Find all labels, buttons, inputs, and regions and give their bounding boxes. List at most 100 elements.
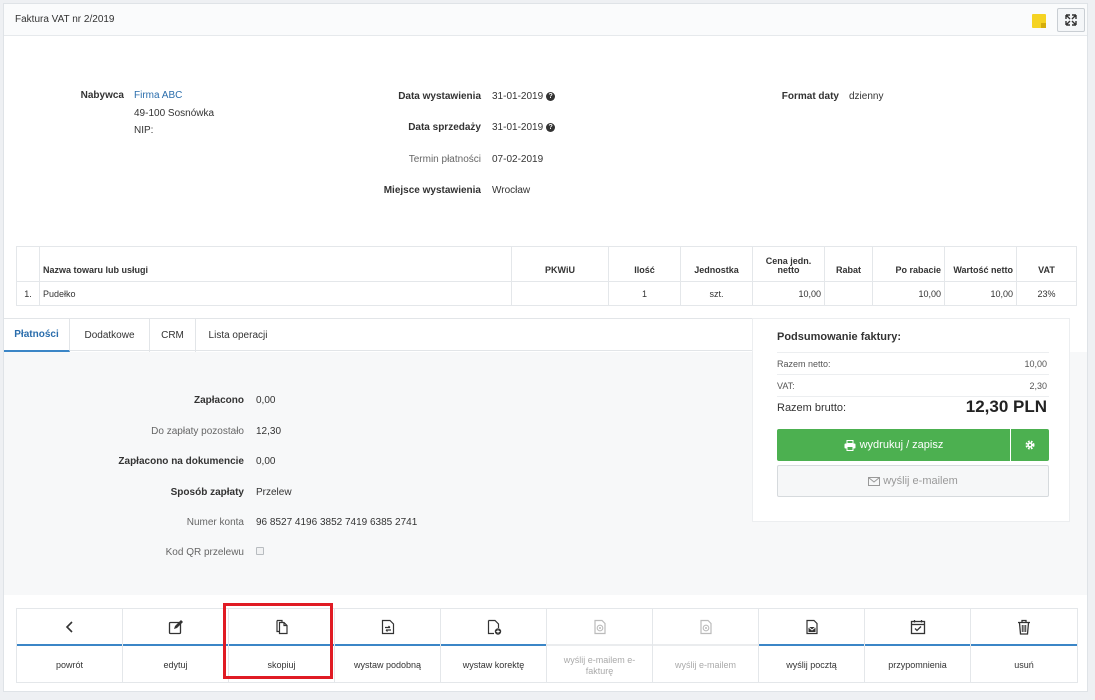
net-total-label: Razem netto: bbox=[777, 359, 831, 369]
payment-method-label: Sposób zapłaty bbox=[170, 487, 244, 498]
buyer-address: 49-100 Sosnówka bbox=[134, 108, 215, 119]
vat-total-label: VAT: bbox=[777, 381, 795, 391]
gross-total-value: 12,30 PLN bbox=[965, 397, 1047, 416]
date-format-label: Format daty bbox=[781, 91, 839, 102]
reminders-button[interactable]: przypomnienia bbox=[865, 609, 971, 682]
issue-correction-label: wystaw korektę bbox=[462, 660, 525, 670]
table-header-row: Nazwa towaru lub usługi PKWiU Ilość Jedn… bbox=[16, 246, 1077, 282]
table-cell: szt. bbox=[680, 281, 753, 306]
expand-icon bbox=[1065, 14, 1077, 26]
paid-on-document-value: 0,00 bbox=[256, 456, 276, 467]
qr-code-label: Kod QR przelewu bbox=[165, 547, 244, 558]
buyer-nip: NIP: bbox=[134, 125, 154, 136]
table-cell: 10,00 bbox=[944, 281, 1017, 306]
print-save-button[interactable]: wydrukuj / zapisz bbox=[777, 429, 1010, 461]
items-table: Nazwa towaru lub usługi PKWiU Ilość Jedn… bbox=[16, 246, 1077, 306]
tab-crm[interactable]: CRM bbox=[150, 319, 196, 352]
table-header: Nazwa towaru lub usługi bbox=[39, 246, 512, 282]
send-email-label: wyślij e-mailem bbox=[883, 475, 958, 487]
tab-additional[interactable]: Dodatkowe bbox=[70, 319, 150, 352]
delete-button[interactable]: usuń bbox=[971, 609, 1077, 682]
invoice-summary: Podsumowanie faktury: Razem netto: 10,00… bbox=[752, 318, 1070, 522]
account-number-value: 96 8527 4196 3852 7419 6385 2741 bbox=[256, 517, 418, 528]
calendar-check-icon bbox=[910, 619, 925, 634]
invoice-panel: Faktura VAT nr 2/2019 Nabywca Firma ABC … bbox=[3, 3, 1088, 692]
table-header: Ilość bbox=[608, 246, 681, 282]
send-email-action-button[interactable]: wyślij e-mailem bbox=[653, 609, 759, 682]
tab-operations-list[interactable]: Lista operacji bbox=[196, 319, 280, 352]
issue-date-value: 31-01-2019? bbox=[492, 91, 556, 102]
table-cell: 1 bbox=[608, 281, 681, 306]
table-cell: 10,00 bbox=[872, 281, 945, 306]
table-header: VAT bbox=[1016, 246, 1077, 282]
similar-document-icon bbox=[381, 619, 394, 634]
print-settings-button[interactable] bbox=[1011, 429, 1049, 461]
tab-payments[interactable]: Płatności bbox=[4, 319, 70, 352]
buyer-label: Nabywca bbox=[80, 90, 124, 101]
place-value: Wrocław bbox=[492, 185, 531, 196]
send-email-button[interactable]: wyślij e-mailem bbox=[777, 465, 1049, 497]
table-header: Rabat bbox=[824, 246, 873, 282]
table-header: Cena jedn. netto bbox=[752, 246, 825, 282]
paid-label: Zapłacono bbox=[193, 395, 244, 406]
issue-correction-button[interactable]: wystaw korektę bbox=[441, 609, 547, 682]
sale-date-value: 31-01-2019? bbox=[492, 122, 556, 133]
sale-date-label: Data sprzedaży bbox=[408, 122, 481, 133]
summary-title: Podsumowanie faktury: bbox=[777, 331, 902, 343]
table-header: PKWiU bbox=[511, 246, 609, 282]
net-total-value: 10,00 bbox=[1024, 359, 1047, 369]
send-e-invoice-button[interactable]: wyślij e-mailem e-fakturę bbox=[547, 609, 653, 682]
printer-icon bbox=[844, 439, 856, 451]
send-by-post-button[interactable]: wyślij pocztą bbox=[759, 609, 865, 682]
send-email-action-label: wyślij e-mailem bbox=[674, 660, 736, 670]
table-row: 1. Pudełko 1 szt. 10,00 10,00 10,00 23% bbox=[16, 281, 1077, 306]
divider bbox=[777, 374, 1049, 375]
issue-similar-button[interactable]: wystaw podobną bbox=[335, 609, 441, 682]
vat-total-value: 2,30 bbox=[1029, 381, 1047, 391]
envelope-icon bbox=[868, 476, 881, 486]
send-by-post-label: wyślij pocztą bbox=[786, 660, 837, 670]
qr-code-checkbox[interactable] bbox=[256, 547, 264, 555]
edit-button[interactable]: edytuj bbox=[123, 609, 229, 682]
gear-icon bbox=[1025, 440, 1035, 450]
table-cell: Pudełko bbox=[39, 281, 512, 306]
help-icon[interactable]: ? bbox=[546, 92, 556, 101]
due-date-value: 07-02-2019 bbox=[492, 154, 544, 165]
remaining-label: Do zapłaty pozostało bbox=[151, 426, 244, 437]
trash-icon bbox=[1018, 619, 1030, 635]
tab-bar: Płatności Dodatkowe CRM Lista operacji bbox=[4, 318, 752, 352]
send-e-invoice-label: wyślij e-mailem e-fakturę bbox=[563, 654, 636, 676]
reminders-label: przypomnienia bbox=[888, 660, 947, 670]
print-save-label: wydrukuj / zapisz bbox=[859, 439, 944, 451]
issue-date-label: Data wystawienia bbox=[398, 91, 481, 102]
date-format-value: dzienny bbox=[849, 91, 884, 102]
sticky-note-icon[interactable] bbox=[1032, 14, 1046, 28]
table-header bbox=[16, 246, 40, 282]
email-document-icon bbox=[593, 619, 606, 634]
edit-icon bbox=[168, 619, 183, 634]
expand-button[interactable] bbox=[1057, 8, 1085, 32]
account-number-label: Numer konta bbox=[186, 517, 244, 528]
panel-header: Faktura VAT nr 2/2019 bbox=[4, 4, 1087, 36]
table-cell: 23% bbox=[1016, 281, 1077, 306]
table-cell bbox=[511, 281, 609, 306]
table-header: Wartość netto bbox=[944, 246, 1017, 282]
table-cell: 10,00 bbox=[752, 281, 825, 306]
divider bbox=[777, 352, 1049, 353]
paid-value: 0,00 bbox=[256, 395, 276, 406]
due-date-label: Termin płatności bbox=[408, 154, 481, 165]
gross-total-label: Razem brutto: bbox=[777, 402, 847, 414]
delete-label: usuń bbox=[1014, 660, 1034, 670]
chevron-left-icon bbox=[65, 620, 73, 633]
back-label: powrót bbox=[55, 660, 83, 670]
buyer-name-link[interactable]: Firma ABC bbox=[134, 90, 182, 101]
post-icon bbox=[805, 619, 818, 634]
table-header: Jednostka bbox=[680, 246, 753, 282]
add-document-icon bbox=[487, 619, 501, 635]
table-cell: 1. bbox=[16, 281, 40, 306]
email-icon bbox=[699, 619, 712, 634]
edit-label: edytuj bbox=[163, 660, 188, 670]
back-button[interactable]: powrót bbox=[17, 609, 123, 682]
help-icon[interactable]: ? bbox=[546, 123, 556, 132]
table-header: Po rabacie bbox=[872, 246, 945, 282]
